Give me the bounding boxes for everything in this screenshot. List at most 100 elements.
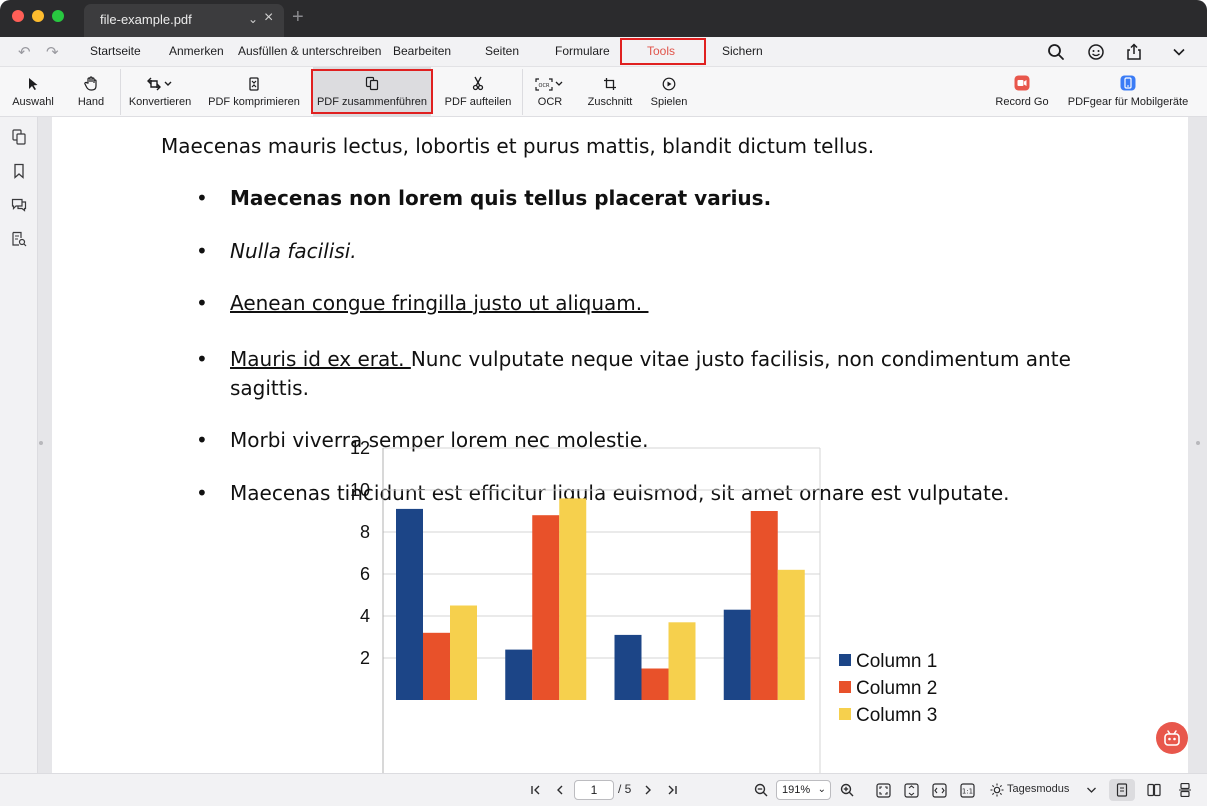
- cursor-icon: [27, 67, 39, 93]
- thumbnails-icon[interactable]: [11, 129, 27, 145]
- previous-page-icon[interactable]: [552, 781, 568, 799]
- search-document-icon[interactable]: [11, 231, 27, 247]
- menu-startseite[interactable]: Startseite: [90, 44, 141, 58]
- search-icon[interactable]: [1046, 42, 1066, 62]
- close-window-button[interactable]: [12, 10, 24, 22]
- tool-zuschnitt[interactable]: Zuschnitt: [582, 67, 638, 117]
- chevron-down-icon[interactable]: [1084, 781, 1098, 799]
- document-viewer[interactable]: Maecenas mauris lectus, lobortis et puru…: [38, 117, 1207, 773]
- chart-bar: [532, 515, 560, 700]
- svg-text:1:1: 1:1: [961, 787, 972, 795]
- minimize-window-button[interactable]: [32, 10, 44, 22]
- y-tick-label: 2: [360, 648, 370, 668]
- tool-record-go[interactable]: Record Go: [990, 67, 1054, 117]
- tool-pdfgear-mobil[interactable]: PDFgear für Mobilgeräte: [1062, 67, 1194, 117]
- ocr-icon: OCR: [535, 67, 565, 93]
- y-tick-label: 4: [360, 606, 370, 626]
- support-headset-icon[interactable]: [1086, 42, 1106, 62]
- zoom-window-button[interactable]: [52, 10, 64, 22]
- scissors-icon: [472, 67, 484, 93]
- fit-width-icon[interactable]: [930, 781, 948, 799]
- fit-height-icon[interactable]: [902, 781, 920, 799]
- menu-formulare[interactable]: Formulare: [555, 44, 610, 58]
- chevron-down-icon[interactable]: [1169, 42, 1189, 62]
- right-resize-handle[interactable]: [1196, 441, 1200, 445]
- tools-toolbar: Auswahl Hand Konvertieren PDF komprimier…: [0, 67, 1207, 117]
- chevron-down-icon[interactable]: ⌄: [248, 12, 258, 26]
- chart-bar: [668, 622, 696, 700]
- record-icon: [1014, 67, 1030, 93]
- zoom-value: 191%: [782, 784, 811, 796]
- chart-bar: [750, 511, 778, 700]
- continuous-scroll-icon[interactable]: [1177, 781, 1193, 799]
- redo-icon[interactable]: ↷: [46, 43, 59, 61]
- crop-icon: [603, 67, 617, 93]
- tool-label: Hand: [77, 96, 105, 108]
- y-tick-label: 10: [350, 480, 370, 500]
- tool-pdf-aufteilen[interactable]: PDF aufteilen: [440, 67, 516, 117]
- y-tick-label: 12: [350, 438, 370, 458]
- menu-seiten[interactable]: Seiten: [485, 44, 519, 58]
- close-tab-icon[interactable]: ×: [264, 9, 273, 27]
- bookmark-icon[interactable]: [11, 163, 27, 179]
- chart-bar: [559, 498, 587, 700]
- tool-hand[interactable]: Hand: [70, 67, 112, 117]
- tool-label: PDF aufteilen: [444, 96, 512, 108]
- two-page-icon[interactable]: [1146, 781, 1162, 799]
- chart-bar: [641, 668, 669, 700]
- menu-sichern[interactable]: Sichern: [722, 44, 763, 58]
- document-tab[interactable]: file-example.pdf ⌄ ×: [84, 4, 284, 37]
- chart-bar: [505, 649, 533, 700]
- menu-anmerken[interactable]: Anmerken: [169, 44, 224, 58]
- legend-swatch: [839, 681, 851, 693]
- chart-bar: [450, 605, 477, 700]
- ai-assistant-button[interactable]: [1156, 722, 1188, 754]
- zoom-out-icon[interactable]: [752, 781, 770, 799]
- tool-label: PDFgear für Mobilgeräte: [1067, 96, 1189, 108]
- tools-highlight-box: [620, 38, 706, 65]
- share-icon[interactable]: [1124, 42, 1144, 62]
- tool-label: Spielen: [650, 96, 688, 108]
- y-tick-label: 6: [360, 564, 370, 584]
- next-page-icon[interactable]: [640, 781, 656, 799]
- tool-pdf-komprimieren[interactable]: PDF komprimieren: [204, 67, 304, 117]
- toolbar-divider: [120, 69, 121, 115]
- chart-bar: [423, 632, 450, 700]
- last-page-icon[interactable]: [664, 781, 680, 799]
- fit-page-icon[interactable]: [874, 781, 892, 799]
- merge-highlight-box: [311, 69, 433, 114]
- toolbar-divider: [522, 69, 523, 115]
- menu-bearbeiten[interactable]: Bearbeiten: [393, 44, 451, 58]
- actual-size-icon[interactable]: 1:1: [958, 781, 976, 799]
- tab-title: file-example.pdf: [100, 12, 192, 27]
- tool-konvertieren[interactable]: Konvertieren: [124, 67, 196, 117]
- sun-icon[interactable]: [989, 781, 1005, 799]
- new-tab-icon[interactable]: +: [292, 6, 304, 29]
- convert-icon: [146, 67, 174, 93]
- menu-ausfuellen[interactable]: Ausfüllen & unterschreiben: [238, 44, 381, 58]
- y-tick-label: 8: [360, 522, 370, 542]
- first-page-icon[interactable]: [528, 781, 544, 799]
- window-titlebar: file-example.pdf ⌄ × +: [0, 0, 1207, 37]
- tool-label: Auswahl: [12, 96, 54, 108]
- hand-icon: [84, 67, 98, 93]
- comments-icon[interactable]: [11, 197, 27, 213]
- zoom-select[interactable]: 191% ⌄: [776, 780, 831, 800]
- zoom-in-icon[interactable]: [838, 781, 856, 799]
- legend-label: Column 1: [856, 651, 937, 672]
- page-number-input[interactable]: 1: [574, 780, 614, 800]
- play-icon: [662, 67, 676, 93]
- display-mode-label[interactable]: Tagesmodus: [1007, 783, 1069, 795]
- tool-spielen[interactable]: Spielen: [646, 67, 692, 117]
- undo-icon[interactable]: ↶: [18, 43, 31, 61]
- pdf-page: Maecenas mauris lectus, lobortis et puru…: [52, 117, 1188, 773]
- chart-bar: [723, 609, 751, 700]
- tool-label: Zuschnitt: [587, 96, 633, 108]
- bar-chart: 2 4 6 8 10 12 Column 1 Column 2 Column 3: [350, 438, 937, 773]
- left-resize-handle[interactable]: [39, 441, 43, 445]
- tool-ocr[interactable]: OCR OCR: [530, 67, 570, 117]
- tool-auswahl[interactable]: Auswahl: [6, 67, 60, 117]
- tool-label: Konvertieren: [128, 96, 192, 108]
- legend-label: Column 3: [856, 705, 937, 726]
- compress-icon: [248, 67, 260, 93]
